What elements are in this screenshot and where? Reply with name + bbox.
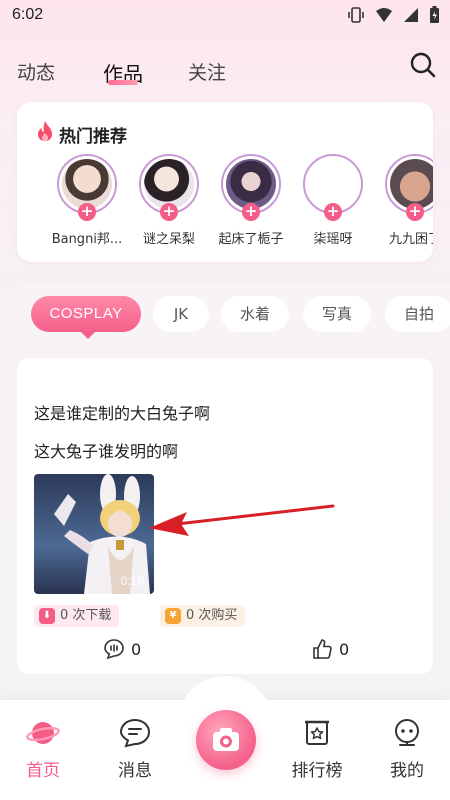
- creator-list: + Bangni邦... + 谜之呆梨 + 起床了栀子 + 柒瑶呀 + 九九困: [17, 154, 433, 259]
- camera-button[interactable]: [196, 710, 256, 770]
- category-swimsuit[interactable]: 水着: [221, 296, 289, 332]
- like-count: 0: [339, 639, 350, 659]
- download-count: 0 次下载: [60, 608, 112, 623]
- follow-plus-icon[interactable]: +: [78, 203, 96, 221]
- category-tabs: COSPLAY JK 水着 写真 自拍: [17, 284, 450, 350]
- creator-item[interactable]: + Bangni邦...: [47, 154, 127, 247]
- creator-item[interactable]: + 起床了栀子: [211, 154, 291, 247]
- profile-icon: [395, 719, 419, 746]
- planet-home-icon: [26, 722, 60, 744]
- post-text-line-1: 这是谁定制的大白兔子啊: [34, 404, 211, 423]
- avatar: +: [385, 154, 433, 221]
- top-nav: 动态 作品 关注: [0, 52, 450, 92]
- camera-icon: [213, 728, 239, 751]
- nav-home-label: 首页: [26, 761, 60, 781]
- avatar: +: [139, 154, 199, 221]
- comment-icon: [104, 639, 124, 660]
- search-icon: [410, 52, 436, 78]
- follow-plus-icon[interactable]: +: [324, 203, 342, 221]
- follow-plus-icon[interactable]: +: [160, 203, 178, 221]
- download-icon: ⬇: [39, 608, 55, 624]
- fire-icon: [38, 121, 52, 141]
- message-icon: [119, 718, 151, 748]
- category-pointer: [81, 332, 95, 339]
- nav-messages[interactable]: 消息: [100, 718, 170, 781]
- nav-home[interactable]: 首页: [8, 718, 78, 781]
- post-card[interactable]: 这是谁定制的大白兔子啊 这大兔子谁发明的啊 0:16 ⬇ 0 次下载 ¥ 0 次…: [17, 358, 433, 674]
- tab-feed[interactable]: 动态: [17, 58, 55, 85]
- creator-name: 谜之呆梨: [142, 232, 195, 247]
- bottom-nav: 首页 消息 排行榜 我的: [0, 676, 450, 800]
- nav-mine[interactable]: 我的: [372, 718, 442, 781]
- category-selfie[interactable]: 自拍: [385, 296, 450, 332]
- category-jk[interactable]: JK: [153, 296, 209, 332]
- creator-name: 九九困了: [388, 232, 433, 247]
- status-bar: 6:02: [0, 0, 450, 32]
- vibrate-icon: [348, 7, 364, 23]
- search-button[interactable]: [408, 50, 438, 80]
- post-video-thumbnail[interactable]: 0:16: [34, 474, 154, 594]
- ranking-icon: [305, 720, 329, 745]
- avatar: +: [303, 154, 363, 221]
- follow-plus-icon[interactable]: +: [242, 203, 260, 221]
- like-button[interactable]: 0: [311, 638, 349, 660]
- purchase-count-badge: ¥ 0 次购买: [160, 605, 246, 627]
- hot-recommend-card: 热门推荐 + Bangni邦... + 谜之呆梨 + 起床了栀子 + 柒瑶呀 +…: [17, 102, 433, 262]
- category-photo[interactable]: 写真: [303, 296, 371, 332]
- status-time: 6:02: [12, 6, 44, 23]
- active-tab-indicator: [108, 80, 138, 85]
- wifi-icon: [376, 8, 392, 22]
- video-duration: 0:16: [120, 574, 144, 588]
- nav-ranking[interactable]: 排行榜: [282, 718, 352, 781]
- nav-ranking-label: 排行榜: [291, 761, 343, 781]
- creator-item[interactable]: + 九九困了: [375, 154, 433, 247]
- thumbs-up-icon: [313, 639, 332, 659]
- hot-recommend-title: 热门推荐: [59, 127, 127, 147]
- nav-messages-label: 消息: [118, 761, 152, 781]
- category-cosplay[interactable]: COSPLAY: [31, 296, 141, 332]
- post-text-line-2: 这大兔子谁发明的啊: [34, 442, 179, 461]
- creator-name: Bangni邦...: [51, 232, 123, 247]
- creator-name: 起床了栀子: [218, 232, 284, 247]
- nav-mine-label: 我的: [390, 761, 424, 781]
- comment-count: 0: [131, 639, 142, 659]
- battery-icon: [430, 6, 439, 23]
- tab-following[interactable]: 关注: [188, 58, 226, 85]
- download-count-badge: ⬇ 0 次下载: [34, 605, 120, 627]
- status-icons: [347, 6, 440, 24]
- avatar: +: [221, 154, 281, 221]
- purchase-count: 0 次购买: [186, 608, 238, 623]
- creator-item[interactable]: + 谜之呆梨: [129, 154, 209, 247]
- follow-plus-icon[interactable]: +: [406, 203, 424, 221]
- creator-item[interactable]: + 柒瑶呀: [293, 154, 373, 247]
- creator-name: 柒瑶呀: [313, 232, 353, 247]
- red-arrow-annotation: [149, 504, 335, 536]
- purchase-icon: ¥: [165, 608, 181, 624]
- avatar: +: [57, 154, 117, 221]
- signal-icon: [404, 8, 418, 22]
- comment-button[interactable]: 0: [103, 638, 141, 660]
